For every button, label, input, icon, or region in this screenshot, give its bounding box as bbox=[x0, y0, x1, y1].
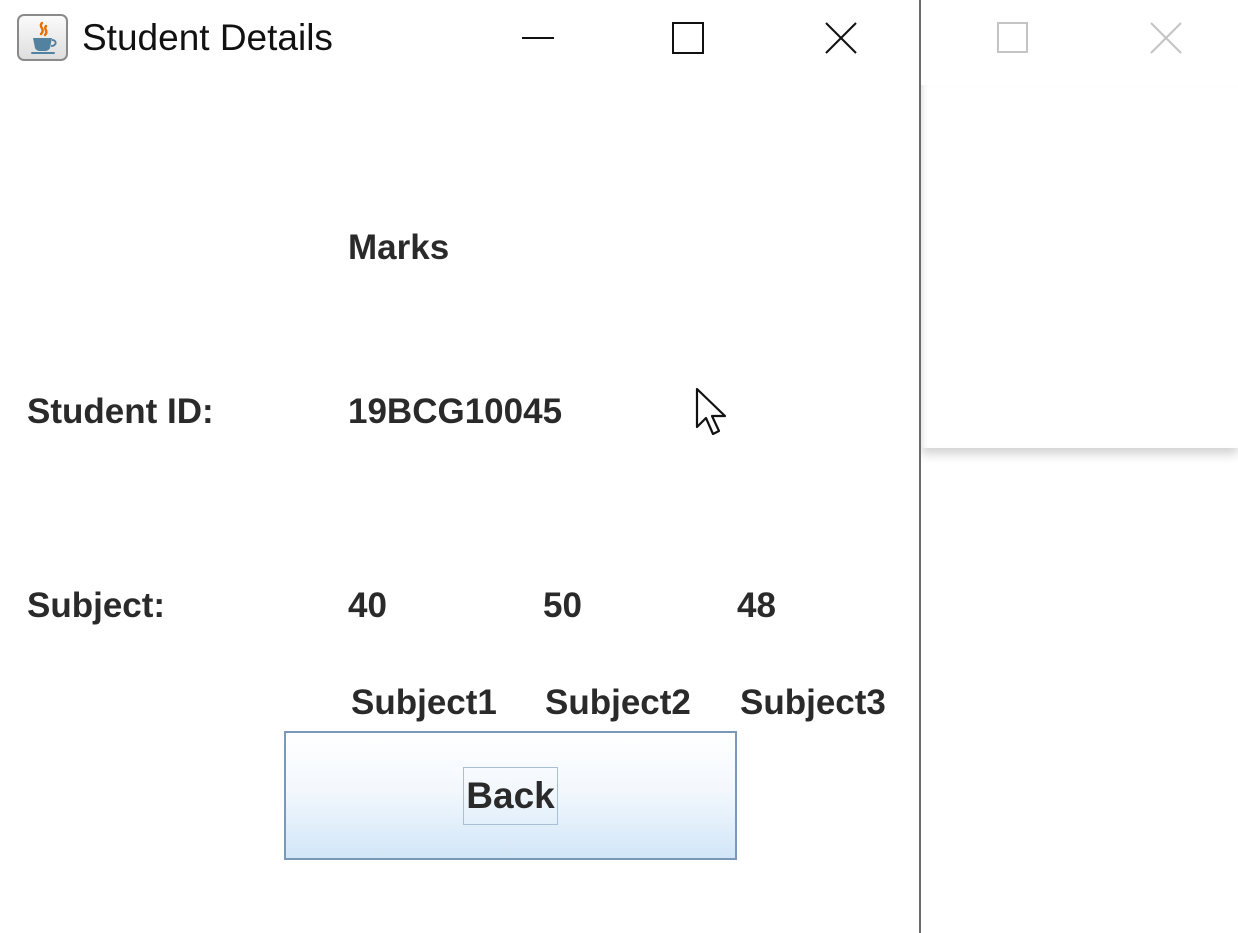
student-details-window: Student Details Marks Student ID: 19BCG1 bbox=[0, 0, 921, 933]
maximize-icon bbox=[997, 22, 1028, 53]
maximize-button[interactable] bbox=[649, 0, 727, 76]
mouse-cursor-icon bbox=[695, 387, 727, 436]
minimize-button[interactable] bbox=[499, 0, 577, 76]
marks-heading: Marks bbox=[348, 228, 450, 267]
background-window-content bbox=[921, 85, 1238, 448]
subject2-name: Subject2 bbox=[545, 683, 691, 722]
close-icon bbox=[1150, 22, 1182, 54]
student-id-value: 19BCG10045 bbox=[348, 392, 563, 431]
subject1-mark: 40 bbox=[348, 586, 387, 625]
java-cup-icon[interactable] bbox=[17, 14, 68, 61]
background-window-titlebar[interactable] bbox=[921, 0, 1238, 76]
maximize-icon bbox=[672, 22, 704, 54]
back-button-label: Back bbox=[463, 766, 558, 825]
desktop: Student Details Marks Student ID: 19BCG1 bbox=[0, 0, 1238, 933]
close-button[interactable] bbox=[802, 0, 880, 76]
subject1-name: Subject1 bbox=[351, 683, 497, 722]
subject3-name: Subject3 bbox=[740, 683, 886, 722]
subject-label: Subject: bbox=[27, 586, 166, 625]
subject2-mark: 50 bbox=[543, 586, 582, 625]
subject3-mark: 48 bbox=[737, 586, 776, 625]
title-bar[interactable]: Student Details bbox=[0, 0, 919, 76]
minimize-icon bbox=[522, 37, 554, 39]
background-close-button[interactable] bbox=[1131, 0, 1201, 76]
window-title: Student Details bbox=[82, 17, 333, 58]
back-button[interactable]: Back bbox=[284, 731, 737, 860]
background-maximize-button[interactable] bbox=[978, 0, 1048, 76]
background-window[interactable] bbox=[921, 0, 1238, 448]
student-id-label: Student ID: bbox=[27, 392, 214, 431]
close-icon bbox=[825, 22, 857, 54]
